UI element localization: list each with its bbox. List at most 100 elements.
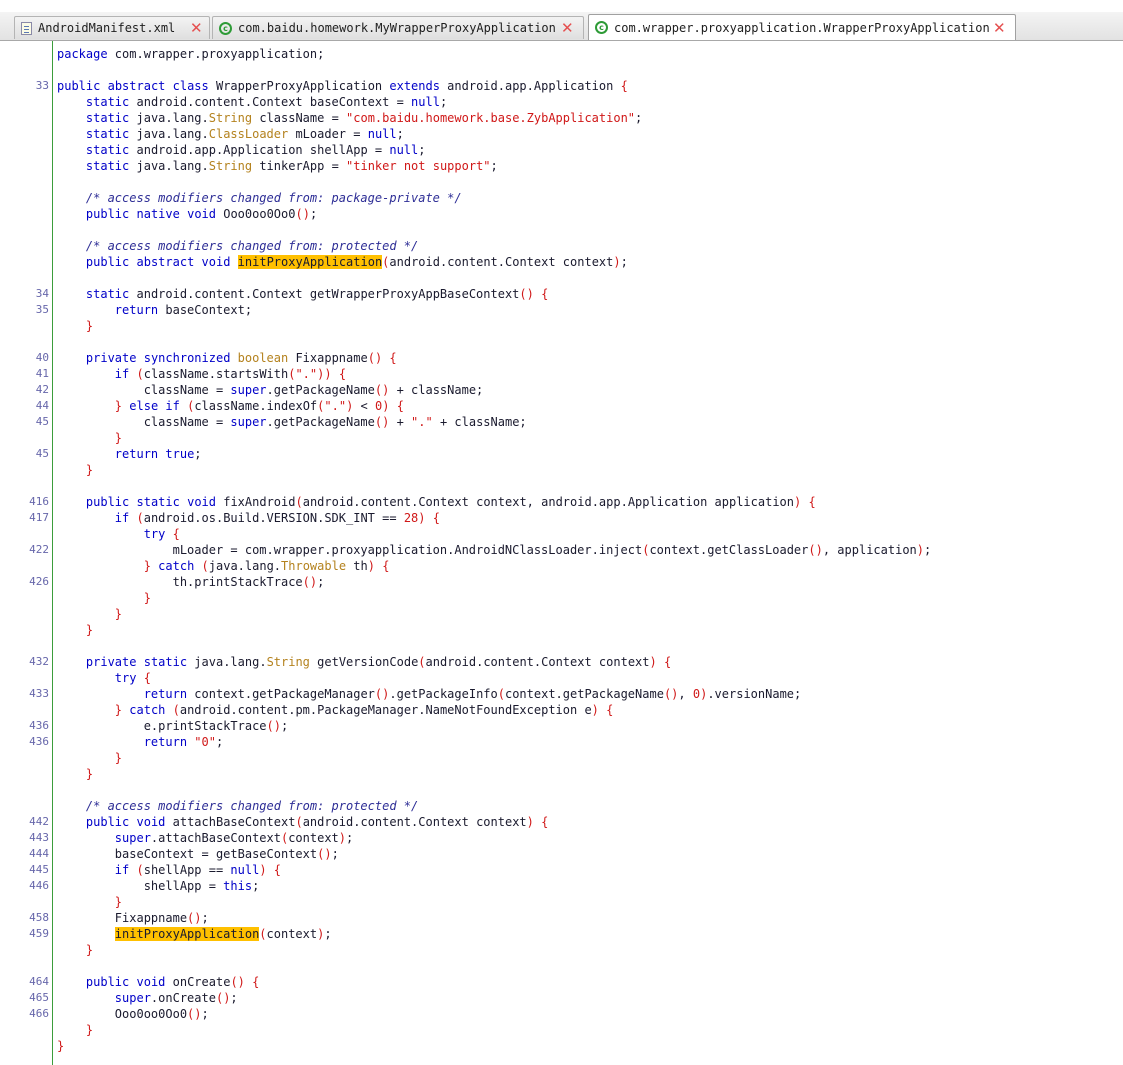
code-line[interactable]: /* access modifiers changed from: packag… <box>0 190 1123 206</box>
code-line[interactable]: try { <box>0 670 1123 686</box>
code-editor[interactable]: package com.wrapper.proxyapplication; 33 p… <box>0 41 1123 1065</box>
code-text[interactable]: th.printStackTrace(); <box>57 574 325 590</box>
code-text[interactable]: static android.content.Context getWrappe… <box>57 286 548 302</box>
code-text[interactable]: Fixappname(); <box>57 910 209 926</box>
code-text[interactable]: public void attachBaseContext(android.co… <box>57 814 548 830</box>
code-line[interactable]: } <box>0 766 1123 782</box>
code-text[interactable]: static android.app.Application shellApp … <box>57 142 426 158</box>
code-line[interactable]: 436 e.printStackTrace(); <box>0 718 1123 734</box>
code-text[interactable]: } <box>57 462 93 478</box>
code-line[interactable] <box>0 958 1123 974</box>
code-text[interactable]: } catch (android.content.pm.PackageManag… <box>57 702 614 718</box>
code-text[interactable]: try { <box>57 526 180 542</box>
code-text[interactable]: return "0"; <box>57 734 224 750</box>
code-line[interactable]: static java.lang.String tinkerApp = "tin… <box>0 158 1123 174</box>
code-line[interactable]: 426 th.printStackTrace(); <box>0 574 1123 590</box>
code-line[interactable]: 45 className = super.getPackageName() + … <box>0 414 1123 430</box>
code-text[interactable]: } else if (className.indexOf(".") < 0) { <box>57 398 404 414</box>
code-text[interactable]: className = super.getPackageName() + "."… <box>57 414 527 430</box>
code-line[interactable]: 45 return true; <box>0 446 1123 462</box>
code-line[interactable]: 446 shellApp = this; <box>0 878 1123 894</box>
code-text[interactable]: } <box>57 766 93 782</box>
code-text[interactable]: /* access modifiers changed from: packag… <box>57 190 462 206</box>
code-line[interactable]: } <box>0 750 1123 766</box>
code-text[interactable]: baseContext = getBaseContext(); <box>57 846 339 862</box>
code-line[interactable]: } <box>0 942 1123 958</box>
code-text[interactable]: try { <box>57 670 151 686</box>
code-line[interactable]: } <box>0 590 1123 606</box>
code-line[interactable]: static java.lang.String className = "com… <box>0 110 1123 126</box>
tab-my-wrapper-proxy-application[interactable]: c com.baidu.homework.MyWrapperProxyAppli… <box>212 16 584 39</box>
code-text[interactable]: static java.lang.String tinkerApp = "tin… <box>57 158 498 174</box>
code-text[interactable]: public abstract void initProxyApplicatio… <box>57 254 628 270</box>
code-text[interactable]: static android.content.Context baseConte… <box>57 94 447 110</box>
code-line[interactable]: 444 baseContext = getBaseContext(); <box>0 846 1123 862</box>
code-text[interactable]: mLoader = com.wrapper.proxyapplication.A… <box>57 542 932 558</box>
code-line[interactable]: /* access modifiers changed from: protec… <box>0 798 1123 814</box>
code-text[interactable]: private synchronized boolean Fixappname(… <box>57 350 397 366</box>
tab-wrapper-proxy-application[interactable]: c com.wrapper.proxyapplication.WrapperPr… <box>588 14 1016 40</box>
code-text[interactable]: } <box>57 318 93 334</box>
code-line[interactable]: package com.wrapper.proxyapplication; <box>0 46 1123 62</box>
code-text[interactable]: } <box>57 894 122 910</box>
code-text[interactable]: } <box>57 942 93 958</box>
code-line[interactable]: } <box>0 462 1123 478</box>
code-line[interactable] <box>0 478 1123 494</box>
code-text[interactable]: } catch (java.lang.Throwable th) { <box>57 558 390 574</box>
code-text[interactable]: private static java.lang.String getVersi… <box>57 654 671 670</box>
code-line[interactable] <box>0 222 1123 238</box>
code-text[interactable]: shellApp = this; <box>57 878 260 894</box>
code-line[interactable]: } <box>0 894 1123 910</box>
code-line[interactable]: public native void Ooo0oo0Oo0(); <box>0 206 1123 222</box>
code-text[interactable]: public void onCreate() { <box>57 974 259 990</box>
code-text[interactable]: return true; <box>57 446 202 462</box>
code-text[interactable]: super.onCreate(); <box>57 990 238 1006</box>
close-icon[interactable]: ✕ <box>190 21 203 36</box>
code-text[interactable]: public static void fixAndroid(android.co… <box>57 494 816 510</box>
code-text[interactable]: e.printStackTrace(); <box>57 718 289 734</box>
code-text[interactable]: return baseContext; <box>57 302 252 318</box>
code-line[interactable]: 443 super.attachBaseContext(context); <box>0 830 1123 846</box>
code-line[interactable]: static java.lang.ClassLoader mLoader = n… <box>0 126 1123 142</box>
code-line[interactable]: } <box>0 1038 1123 1054</box>
code-line[interactable]: 33 public abstract class WrapperProxyAppl… <box>0 78 1123 94</box>
code-line[interactable] <box>0 334 1123 350</box>
code-line[interactable]: /* access modifiers changed from: protec… <box>0 238 1123 254</box>
code-text[interactable]: } <box>57 606 122 622</box>
code-text[interactable]: static java.lang.ClassLoader mLoader = n… <box>57 126 404 142</box>
code-text[interactable]: /* access modifiers changed from: protec… <box>57 798 418 814</box>
code-text[interactable]: return context.getPackageManager().getPa… <box>57 686 802 702</box>
code-text[interactable]: initProxyApplication(context); <box>57 926 332 942</box>
code-line[interactable] <box>0 782 1123 798</box>
code-text[interactable]: } <box>57 430 122 446</box>
code-line[interactable]: public abstract void initProxyApplicatio… <box>0 254 1123 270</box>
code-line[interactable]: } <box>0 622 1123 638</box>
code-line[interactable]: 41 if (className.startsWith(".")) { <box>0 366 1123 382</box>
code-line[interactable]: 466 Ooo0oo0Oo0(); <box>0 1006 1123 1022</box>
code-text[interactable]: super.attachBaseContext(context); <box>57 830 353 846</box>
code-line[interactable] <box>0 638 1123 654</box>
code-text[interactable]: public native void Ooo0oo0Oo0(); <box>57 206 317 222</box>
code-text[interactable]: /* access modifiers changed from: protec… <box>57 238 418 254</box>
code-line[interactable]: 464 public void onCreate() { <box>0 974 1123 990</box>
code-line[interactable]: } <box>0 1022 1123 1038</box>
code-text[interactable]: Ooo0oo0Oo0(); <box>57 1006 209 1022</box>
code-line[interactable]: 34 static android.content.Context getWra… <box>0 286 1123 302</box>
code-text[interactable]: } <box>57 1038 64 1054</box>
code-line[interactable]: 465 super.onCreate(); <box>0 990 1123 1006</box>
code-line[interactable] <box>0 270 1123 286</box>
code-line[interactable]: } <box>0 430 1123 446</box>
code-line[interactable]: 416 public static void fixAndroid(androi… <box>0 494 1123 510</box>
code-line[interactable] <box>0 62 1123 78</box>
code-text[interactable]: if (shellApp == null) { <box>57 862 281 878</box>
code-text[interactable]: } <box>57 1022 93 1038</box>
code-line[interactable]: 42 className = super.getPackageName() + … <box>0 382 1123 398</box>
code-text[interactable]: } <box>57 590 151 606</box>
code-text[interactable]: public abstract class WrapperProxyApplic… <box>57 78 628 94</box>
code-text[interactable]: if (android.os.Build.VERSION.SDK_INT == … <box>57 510 440 526</box>
code-text[interactable]: } <box>57 750 122 766</box>
code-line[interactable]: } <box>0 318 1123 334</box>
code-line[interactable]: 445 if (shellApp == null) { <box>0 862 1123 878</box>
code-text[interactable]: static java.lang.String className = "com… <box>57 110 642 126</box>
code-text[interactable]: } <box>57 622 93 638</box>
